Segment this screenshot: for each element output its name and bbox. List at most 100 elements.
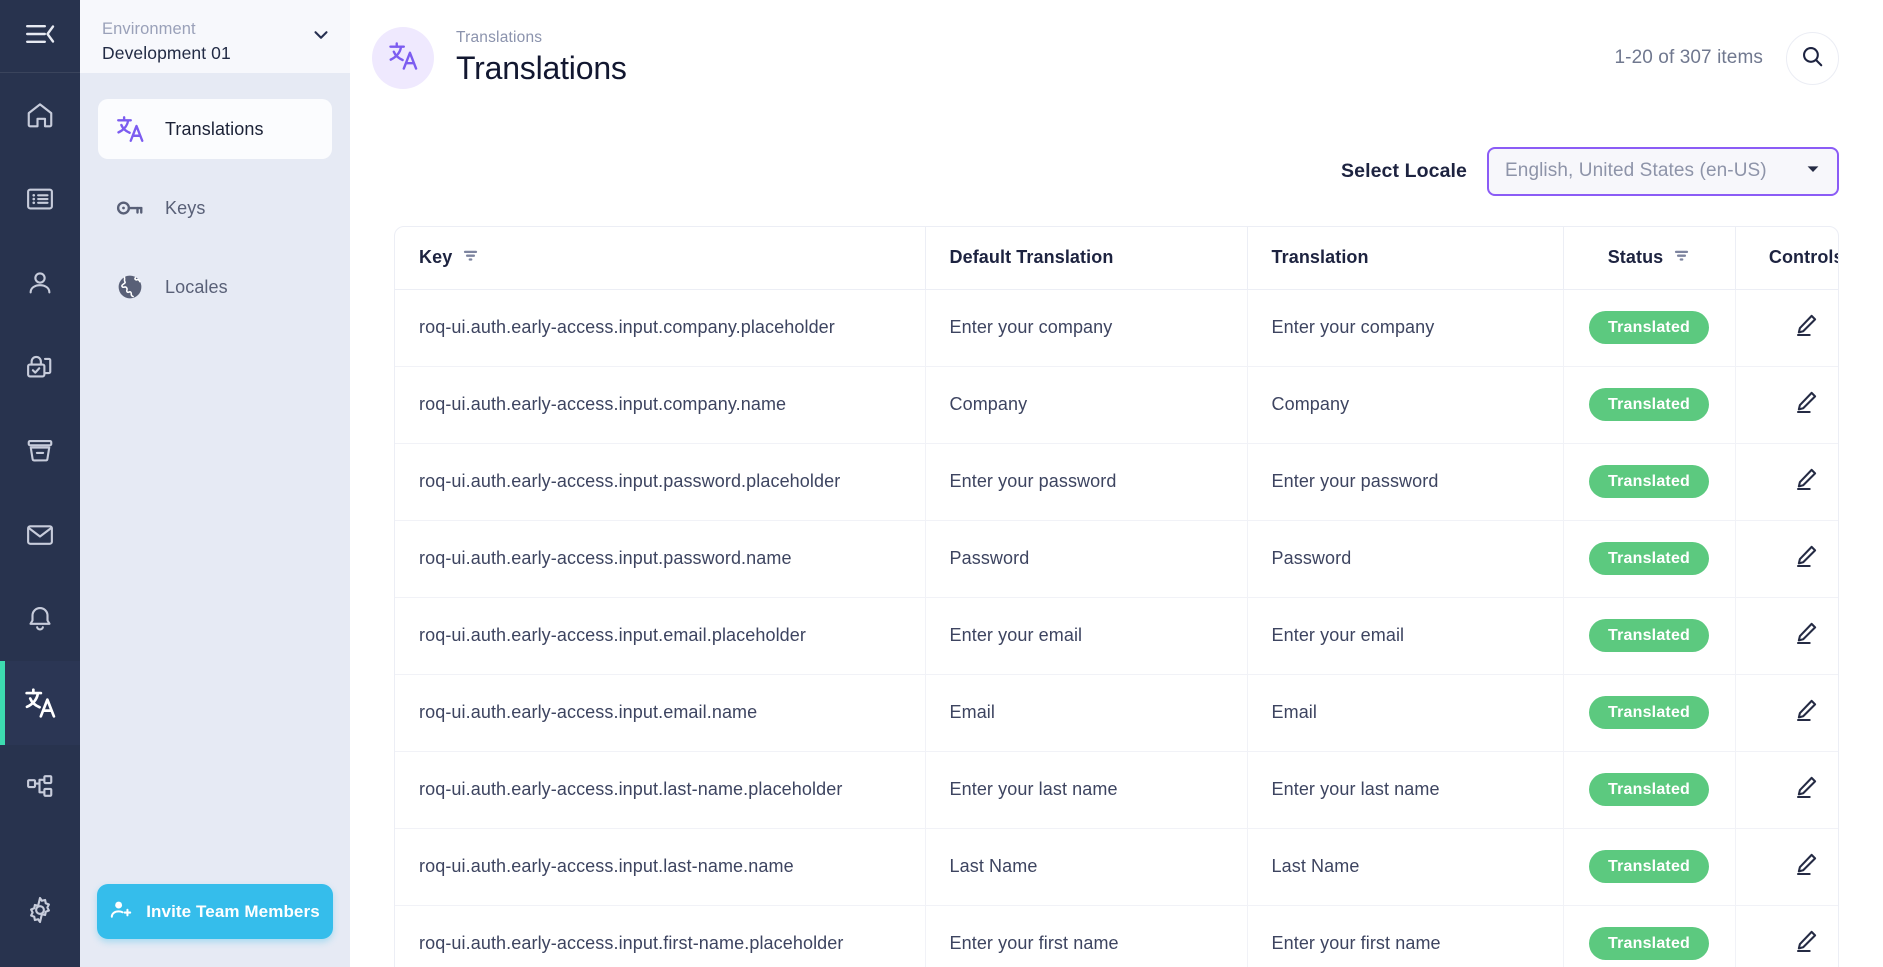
cell-controls — [1735, 828, 1838, 906]
translations-table-card: Key Default Translation Translation Stat… — [394, 226, 1839, 967]
side-nav-list: Translations Keys Locales — [80, 73, 350, 336]
add-user-icon — [110, 898, 133, 926]
status-badge: Translated — [1588, 542, 1710, 575]
title-block: Translations Translations — [456, 28, 627, 88]
column-header-key[interactable]: Key — [395, 227, 926, 290]
pencil-icon — [1793, 389, 1819, 418]
cell-translation: Email — [1247, 674, 1564, 752]
edit-row-button[interactable] — [1793, 851, 1819, 880]
cell-status: Translated — [1563, 597, 1736, 675]
edit-row-button[interactable] — [1793, 389, 1819, 418]
translate-icon — [114, 113, 146, 145]
pencil-icon — [1793, 928, 1819, 957]
column-header-controls: Controls — [1735, 227, 1839, 290]
locale-row: Select Locale English, United States (en… — [394, 116, 1839, 226]
pencil-icon — [1793, 851, 1819, 880]
rail-item-settings[interactable] — [0, 857, 80, 967]
search-button[interactable] — [1786, 31, 1839, 85]
collapse-menu-button[interactable] — [0, 0, 80, 73]
edit-row-button[interactable] — [1793, 928, 1819, 957]
rail-item-content[interactable] — [0, 157, 80, 241]
side-nav: Environment Development 01 Translations … — [80, 0, 350, 967]
locale-select-value: English, United States (en-US) — [1505, 160, 1767, 181]
archive-icon — [25, 436, 55, 466]
rail-item-structure[interactable] — [0, 745, 80, 829]
table-row: roq-ui.auth.early-access.input.company.n… — [395, 366, 1838, 444]
cell-status: Translated — [1563, 751, 1736, 829]
status-badge: Translated — [1588, 619, 1710, 652]
table-row: roq-ui.auth.early-access.input.password.… — [395, 443, 1838, 521]
cell-status: Translated — [1563, 905, 1736, 967]
locale-select[interactable]: English, United States (en-US) — [1487, 146, 1839, 196]
table-header-row: Key Default Translation Translation Stat… — [395, 227, 1839, 290]
cell-key: roq-ui.auth.early-access.input.last-name… — [395, 828, 926, 906]
column-header-default-translation[interactable]: Default Translation — [925, 227, 1248, 290]
column-header-translation[interactable]: Translation — [1247, 227, 1564, 290]
edit-row-button[interactable] — [1793, 543, 1819, 572]
pencil-icon — [1793, 543, 1819, 572]
edit-row-button[interactable] — [1793, 697, 1819, 726]
column-header-label: Translation — [1271, 247, 1369, 268]
edit-row-button[interactable] — [1793, 466, 1819, 495]
invite-team-members-label: Invite Team Members — [146, 901, 320, 921]
search-icon — [1800, 44, 1825, 72]
status-badge: Translated — [1588, 773, 1710, 806]
cell-default-translation: Enter your email — [925, 597, 1248, 675]
rail-item-users[interactable] — [0, 241, 80, 325]
sitemap-icon — [25, 772, 55, 802]
pencil-icon — [1793, 312, 1819, 341]
cell-controls — [1735, 751, 1838, 829]
rail-item-translations[interactable] — [0, 661, 80, 745]
column-header-label: Default Translation — [949, 247, 1114, 268]
cell-default-translation: Enter your last name — [925, 751, 1248, 829]
sidebar-item-translations[interactable]: Translations — [98, 99, 332, 159]
item-count: 1-20 of 307 items — [1614, 47, 1763, 68]
cell-key: roq-ui.auth.early-access.input.company.p… — [395, 289, 926, 367]
select-locale-label: Select Locale — [1341, 159, 1467, 182]
table-row: roq-ui.auth.early-access.input.email.nam… — [395, 674, 1838, 752]
sidebar-item-label: Translations — [165, 118, 264, 139]
rail-item-mail[interactable] — [0, 493, 80, 577]
chevron-down-icon[interactable] — [310, 23, 332, 50]
status-badge: Translated — [1588, 927, 1710, 960]
cell-key: roq-ui.auth.early-access.input.last-name… — [395, 751, 926, 829]
column-header-label: Controls — [1768, 247, 1839, 268]
cell-controls — [1735, 443, 1838, 521]
invite-team-members-button[interactable]: Invite Team Members — [97, 884, 333, 939]
status-badge: Translated — [1588, 311, 1710, 344]
edit-row-button[interactable] — [1793, 774, 1819, 803]
filter-icon[interactable] — [462, 247, 479, 269]
header-actions: 1-20 of 307 items — [1614, 31, 1839, 85]
status-badge: Translated — [1588, 465, 1710, 498]
rail-item-notifications[interactable] — [0, 577, 80, 661]
cell-controls — [1735, 520, 1838, 598]
filter-icon[interactable] — [1673, 247, 1690, 269]
cell-translation: Enter your last name — [1247, 751, 1564, 829]
cell-controls — [1735, 289, 1838, 367]
pencil-icon — [1793, 697, 1819, 726]
cell-default-translation: Enter your first name — [925, 905, 1248, 967]
translate-icon — [23, 686, 57, 720]
cell-translation: Company — [1247, 366, 1564, 444]
environment-selector[interactable]: Environment Development 01 — [80, 0, 350, 73]
cell-key: roq-ui.auth.early-access.input.first-nam… — [395, 905, 926, 967]
invite-team-members-wrap: Invite Team Members — [80, 884, 350, 939]
rail-item-security[interactable] — [0, 325, 80, 409]
sidebar-item-keys[interactable]: Keys — [98, 178, 332, 238]
column-header-status[interactable]: Status — [1563, 227, 1736, 290]
cell-status: Translated — [1563, 828, 1736, 906]
edit-row-button[interactable] — [1793, 620, 1819, 649]
main-content: Translations Translations 1-20 of 307 it… — [350, 0, 1883, 967]
sidebar-item-locales[interactable]: Locales — [98, 257, 332, 317]
cell-translation: Last Name — [1247, 828, 1564, 906]
content-area: Select Locale English, United States (en… — [350, 116, 1883, 967]
edit-row-button[interactable] — [1793, 312, 1819, 341]
translations-table: Key Default Translation Translation Stat… — [395, 227, 1839, 967]
rail-item-archive[interactable] — [0, 409, 80, 493]
rail-item-home[interactable] — [0, 73, 80, 157]
cell-key: roq-ui.auth.early-access.input.password.… — [395, 443, 926, 521]
pencil-icon — [1793, 620, 1819, 649]
cell-translation: Enter your email — [1247, 597, 1564, 675]
cell-controls — [1735, 597, 1838, 675]
breadcrumb: Translations — [456, 29, 543, 46]
